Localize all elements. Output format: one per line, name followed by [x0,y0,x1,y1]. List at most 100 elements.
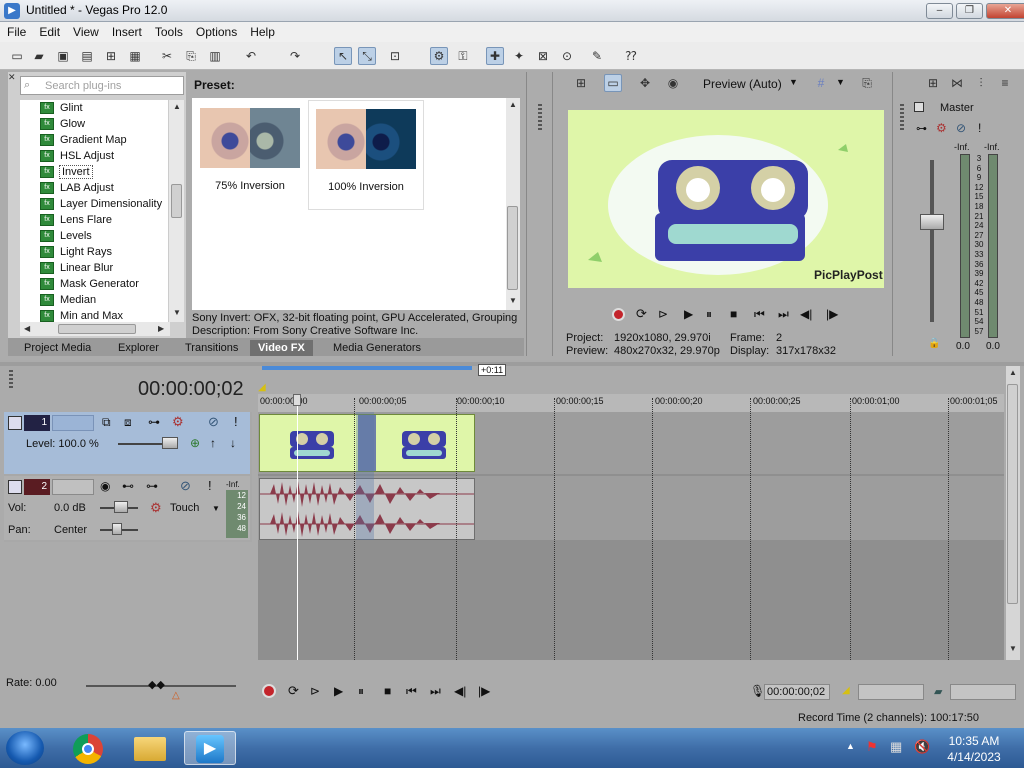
plugin-item[interactable]: fx Min and Max [40,308,123,322]
timeline-vscroll[interactable]: ▲ ▼ [1006,366,1020,660]
play-from-start-icon[interactable]: ⊳ [658,307,668,321]
loop-region-bar[interactable] [262,366,472,370]
master-mute-icon[interactable]: ⊘ [956,121,966,135]
marker-icon[interactable]: ◢ [258,382,266,393]
scroll-thumb[interactable] [507,206,518,290]
envelope-edit-tool-icon[interactable]: ⤡ [358,47,376,65]
track-settings-icon[interactable]: ⚙ [172,414,184,430]
menu-edit[interactable]: Edit [32,22,66,39]
selection-start-field[interactable] [858,684,924,700]
next-frame-icon[interactable]: |▶ [478,684,490,698]
insert-bus-icon[interactable]: ⫶ [972,74,990,92]
chevron-down-icon[interactable]: ▼ [836,77,845,87]
explorer-taskbar-icon[interactable] [124,731,176,765]
properties-icon[interactable]: ▦ [126,47,144,65]
go-to-end-icon[interactable]: ⏭ [430,684,441,699]
go-to-end-icon[interactable]: ⏭ [778,307,789,322]
timeline-grip[interactable] [9,370,13,390]
split-screen-icon[interactable]: ◉ [664,74,682,92]
scroll-left-icon[interactable]: ◀ [24,324,30,333]
master-settings-icon[interactable]: ⚙ [936,121,947,135]
scroll-down-icon[interactable]: ▼ [509,296,517,305]
mute-icon[interactable]: ⊘ [208,414,219,430]
whats-this-help-icon[interactable]: ⁇ [622,47,640,65]
rate-slider[interactable]: ◆◆ [148,678,165,691]
scroll-up-icon[interactable]: ▲ [509,100,517,109]
stop-icon[interactable]: ■ [384,684,391,698]
level-slider[interactable] [162,437,178,449]
copy-icon[interactable]: ⎘ [182,47,200,65]
scroll-thumb[interactable] [1007,384,1018,604]
close-button[interactable]: ✕ [986,3,1024,19]
tab-explorer[interactable]: Explorer [110,340,167,356]
plugin-item[interactable]: fx Light Rays [40,244,112,260]
scroll-up-icon[interactable]: ▲ [1009,368,1017,377]
preset-item[interactable]: 75% Inversion [192,100,308,210]
plugin-item-selected[interactable]: fx Invert [40,164,93,180]
track-list-empty-area[interactable] [4,542,252,660]
play-icon[interactable]: ▶ [684,307,693,321]
track-minimize-icon[interactable] [8,416,22,430]
menu-tools[interactable]: Tools [148,22,189,39]
play-from-start-icon[interactable]: ⊳ [310,684,320,698]
video-fx-icon[interactable]: ✥ [636,74,654,92]
mute-icon[interactable]: ⊘ [180,478,191,494]
scroll-thumb[interactable] [171,184,182,218]
track-motion-icon[interactable]: ⧉ [102,415,111,430]
audio-track-name-field[interactable] [52,479,94,495]
plugin-tree-vscroll[interactable]: ▲ ▼ [168,100,184,322]
plugin-item[interactable]: fx Levels [40,228,92,244]
selection-length-field[interactable] [950,684,1016,700]
arm-record-icon[interactable]: ◉ [100,479,110,493]
plugin-search-input[interactable]: Search plug-ins [20,76,184,95]
crossfade-region[interactable] [356,412,374,540]
open-folder-icon[interactable]: ▰ [30,47,48,65]
cut-icon[interactable]: ✂ [158,47,176,65]
action-center-icon[interactable]: ⚑ [866,739,878,755]
preview-quality-dropdown[interactable]: Preview (Auto) [703,77,782,91]
vol-slider[interactable] [114,501,128,513]
previous-frame-icon[interactable]: ◀| [454,684,466,698]
preset-vscroll[interactable]: ▲ ▼ [506,98,520,310]
plugin-tree[interactable]: fx Glint fx Glow fx Gradient Map fx HSL Adju… [20,100,170,322]
go-to-start-icon[interactable]: ⏮ [406,684,417,699]
show-hidden-icons[interactable]: ▲ [846,741,855,751]
scroll-up-icon[interactable]: ▲ [173,102,181,111]
pause-icon[interactable]: ⏸ [706,307,712,322]
network-icon[interactable]: ▦ [890,739,902,755]
vegas-taskbar-icon[interactable]: ▶ [184,731,236,765]
menu-options[interactable]: Options [189,22,243,39]
ignore-grouping-icon[interactable]: ⊠ [534,47,552,65]
scroll-down-icon[interactable]: ▼ [1009,644,1017,653]
new-project-icon[interactable]: ▭ [8,47,26,65]
taskbar-clock[interactable]: 10:35 AM 4/14/2023 [944,733,1004,765]
volume-icon[interactable]: 🔇 [914,739,930,755]
video-track-name-field[interactable] [52,415,94,431]
solo-icon[interactable]: ! [234,414,238,429]
pause-icon[interactable]: ⏸ [358,684,364,699]
make-compositing-child-icon[interactable]: ↓ [230,436,236,450]
plugin-item[interactable]: fx Glow [40,116,85,132]
scroll-right-icon[interactable]: ▶ [158,324,164,333]
downmix-icon[interactable]: ⋈ [948,74,966,92]
plugin-tree-hscroll[interactable]: ◀ ▶ [20,322,170,336]
automation-mode[interactable]: Touch [170,502,199,514]
normal-edit-tool-icon[interactable]: ↖ [334,47,352,65]
plugin-item[interactable]: fx HSL Adjust [40,148,114,164]
tab-transitions[interactable]: Transitions [177,340,246,356]
preset-item-selected[interactable]: 100% Inversion [308,100,424,210]
lock-envelopes-icon[interactable]: ⚿ [454,47,472,65]
plugin-item[interactable]: fx Mask Generator [40,276,139,292]
undo-icon[interactable]: ↶ [242,47,260,65]
tab-video-fx[interactable]: Video FX [250,340,313,356]
stop-icon[interactable]: ■ [730,307,737,321]
paste-icon[interactable]: ▥ [206,47,224,65]
event-fx-icon[interactable]: ✎ [588,47,606,65]
zoom-tool-icon[interactable]: ⊙ [558,47,576,65]
next-frame-icon[interactable]: |▶ [826,307,838,321]
tab-project-media[interactable]: Project Media [16,340,99,356]
cursor-time-field[interactable]: 00:00:00;02 [764,684,830,700]
auto-crossfade-icon[interactable]: ✦ [510,47,528,65]
video-preview[interactable]: PicPlayPost [568,110,884,288]
previous-frame-icon[interactable]: ◀| [800,307,812,321]
